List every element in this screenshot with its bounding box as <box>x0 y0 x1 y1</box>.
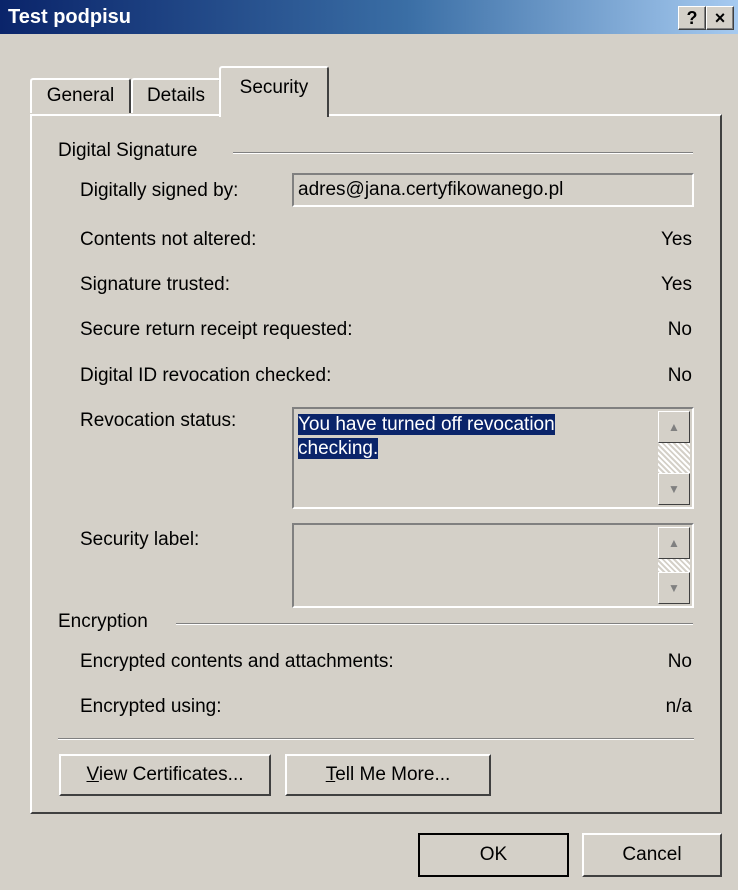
return-receipt-label: Secure return receipt requested: <box>80 319 353 340</box>
cancel-button[interactable]: Cancel <box>582 833 722 877</box>
tell-me-more-button[interactable]: Tell Me More... <box>285 754 491 796</box>
window-title: Test podpisu <box>8 6 131 28</box>
encryption-divider <box>176 623 693 625</box>
view-certificates-label: iew Certificates... <box>98 764 244 785</box>
encrypted-contents-label: Encrypted contents and attachments: <box>80 651 394 672</box>
scroll-up-icon[interactable]: ▲ <box>658 527 690 559</box>
scroll-up-icon[interactable]: ▲ <box>658 411 690 443</box>
signed-by-field[interactable]: adres@jana.certyfikowanego.pl <box>292 173 694 207</box>
revocation-scrollbar[interactable]: ▲ ▼ <box>658 411 690 505</box>
close-button[interactable]: × <box>706 6 734 30</box>
tell-me-more-mnemonic: T <box>325 764 336 785</box>
revocation-status-box[interactable]: You have turned off revocation checking.… <box>292 407 694 509</box>
encrypted-contents-value: No <box>667 651 692 672</box>
revocation-status-text-1: You have turned off revocation <box>298 414 555 435</box>
encrypted-using-value: n/a <box>665 696 692 717</box>
signed-by-label: Digitally signed by: <box>80 180 239 201</box>
revocation-checked-value: No <box>667 365 692 386</box>
help-button[interactable]: ? <box>678 6 706 30</box>
tab-details[interactable]: Details <box>131 78 221 113</box>
tab-security[interactable]: Security <box>219 66 329 117</box>
scroll-down-icon[interactable]: ▼ <box>658 473 690 505</box>
security-label-box[interactable]: ▲ ▼ <box>292 523 694 608</box>
signed-by-value: adres@jana.certyfikowanego.pl <box>298 179 564 200</box>
view-certificates-mnemonic: V <box>86 764 99 785</box>
tab-general[interactable]: General <box>30 78 131 113</box>
digital-signature-divider <box>233 152 693 154</box>
signature-trusted-label: Signature trusted: <box>80 274 230 295</box>
contents-not-altered-value: Yes <box>661 229 692 250</box>
signature-trusted-value: Yes <box>661 274 692 295</box>
view-certificates-button[interactable]: View Certificates... <box>59 754 271 796</box>
contents-not-altered-label: Contents not altered: <box>80 229 257 250</box>
revocation-status-text-2: checking. <box>298 438 379 459</box>
return-receipt-value: No <box>667 319 692 340</box>
encrypted-using-label: Encrypted using: <box>80 696 222 717</box>
security-label-scrollbar[interactable]: ▲ ▼ <box>658 527 690 604</box>
tell-me-more-label: ell Me More... <box>335 764 451 785</box>
encryption-heading: Encryption <box>58 611 148 632</box>
ok-button[interactable]: OK <box>418 833 569 877</box>
security-label-label: Security label: <box>80 529 200 550</box>
digital-signature-heading: Digital Signature <box>58 140 198 161</box>
revocation-status-label: Revocation status: <box>80 410 237 431</box>
bottom-divider <box>58 738 694 740</box>
scroll-down-icon[interactable]: ▼ <box>658 572 690 604</box>
revocation-checked-label: Digital ID revocation checked: <box>80 365 332 386</box>
